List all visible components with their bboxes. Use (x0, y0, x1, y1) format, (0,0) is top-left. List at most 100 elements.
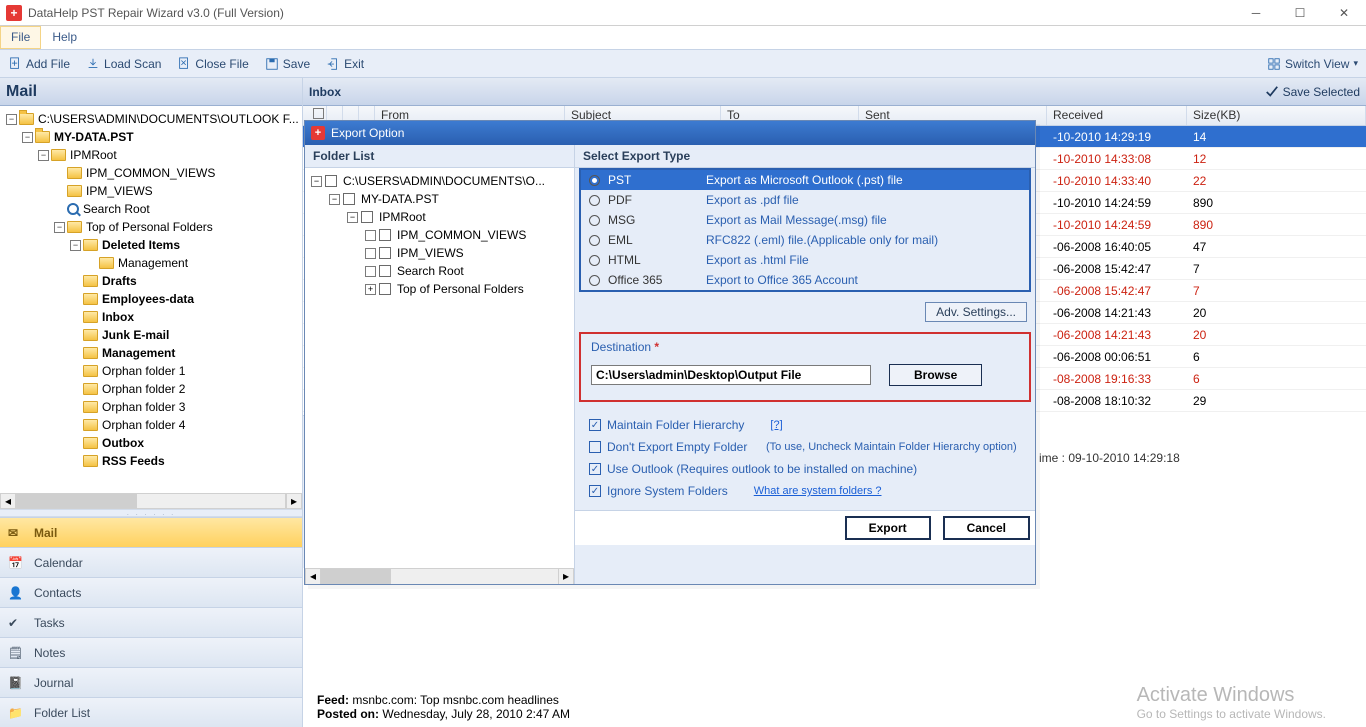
select-export-type-header: Select Export Type (575, 145, 1035, 168)
window-title: DataHelp PST Repair Wizard v3.0 (Full Ve… (28, 6, 284, 20)
tree-employees[interactable]: Employees-data (100, 290, 194, 308)
expand-toggle[interactable]: − (22, 132, 33, 143)
close-file-label: Close File (195, 57, 248, 71)
switch-view-button[interactable]: Switch View ▾ (1259, 50, 1366, 78)
export-tree-search[interactable]: Search Root (397, 262, 464, 280)
col-size[interactable]: Size(KB) (1187, 106, 1366, 125)
export-tree-root[interactable]: C:\USERS\ADMIN\DOCUMENTS\O... (343, 172, 545, 190)
tree-deleted[interactable]: Deleted Items (100, 236, 180, 254)
close-button[interactable]: ✕ (1322, 0, 1366, 26)
expand-toggle[interactable]: − (54, 222, 65, 233)
tree-outbox[interactable]: Outbox (100, 434, 144, 452)
opt-hierarchy[interactable]: ✓Maintain Folder Hierarchy[?] (589, 418, 1021, 432)
tree-orphan2[interactable]: Orphan folder 2 (100, 380, 185, 398)
export-tree-pst[interactable]: MY-DATA.PST (361, 190, 439, 208)
nav-journal[interactable]: 📓Journal (0, 667, 302, 697)
export-format-msg[interactable]: MSG Export as Mail Message(.msg) file (581, 210, 1029, 230)
tree-top[interactable]: Top of Personal Folders (84, 218, 213, 236)
export-tree-views[interactable]: IPM_VIEWS (397, 244, 464, 262)
expand-toggle[interactable]: − (38, 150, 49, 161)
export-tree-top[interactable]: Top of Personal Folders (397, 280, 524, 298)
format-name: Office 365 (608, 273, 698, 287)
destination-input[interactable] (591, 365, 871, 385)
export-format-office-365[interactable]: Office 365 Export to Office 365 Account (581, 270, 1029, 290)
tree-pst[interactable]: MY-DATA.PST (52, 128, 134, 146)
nav-tasks[interactable]: ✔Tasks (0, 607, 302, 637)
opt-system[interactable]: ✓Ignore System FoldersWhat are system fo… (589, 484, 1021, 498)
tree-search-root[interactable]: Search Root (81, 200, 150, 218)
export-format-eml[interactable]: EML RFC822 (.eml) file.(Applicable only … (581, 230, 1029, 250)
plus-file-icon (8, 57, 22, 71)
cell-received: -10-2010 14:24:59 (1047, 218, 1187, 232)
posted-value: Wednesday, July 28, 2010 2:47 AM (382, 707, 570, 721)
opt-empty[interactable]: Don't Export Empty Folder (To use, Unche… (589, 440, 1021, 454)
tree-orphan3[interactable]: Orphan folder 3 (100, 398, 185, 416)
horizontal-scrollbar[interactable]: ◂▸ (0, 493, 302, 509)
tree-root[interactable]: C:\USERS\ADMIN\DOCUMENTS\OUTLOOK F... (36, 110, 299, 128)
export-folder-tree[interactable]: −C:\USERS\ADMIN\DOCUMENTS\O... −MY-DATA.… (305, 168, 574, 568)
export-format-pst[interactable]: PST Export as Microsoft Outlook (.pst) f… (581, 170, 1029, 190)
close-file-button[interactable]: Close File (169, 50, 256, 78)
load-scan-button[interactable]: Load Scan (78, 50, 169, 78)
format-name: PDF (608, 193, 698, 207)
dialog-title: Export Option (331, 126, 404, 140)
menu-help[interactable]: Help (41, 26, 88, 49)
system-folders-link[interactable]: What are system folders ? (754, 485, 882, 497)
help-link[interactable]: [?] (770, 419, 782, 431)
cell-size: 6 (1187, 372, 1366, 386)
tree-rss[interactable]: RSS Feeds (100, 452, 165, 470)
export-tree-ipmroot[interactable]: IPMRoot (379, 208, 426, 226)
dialog-tree-scrollbar[interactable]: ◂▸ (305, 568, 574, 584)
col-received[interactable]: Received (1047, 106, 1187, 125)
tree-orphan1[interactable]: Orphan folder 1 (100, 362, 185, 380)
folder-icon (67, 167, 82, 179)
exit-button[interactable]: Exit (318, 50, 372, 78)
nav-folder-list[interactable]: 📁Folder List (0, 697, 302, 727)
folder-icon (83, 365, 98, 377)
tree-views[interactable]: IPM_VIEWS (84, 182, 153, 200)
maximize-button[interactable]: ☐ (1278, 0, 1322, 26)
cell-received: -10-2010 14:24:59 (1047, 196, 1187, 210)
adv-settings-button[interactable]: Adv. Settings... (925, 302, 1027, 322)
pane-resize-grip[interactable]: · · · · · · (0, 509, 302, 517)
chevron-down-icon: ▾ (1353, 58, 1358, 69)
cell-received: -06-2008 15:42:47 (1047, 284, 1187, 298)
tree-ipmroot[interactable]: IPMRoot (68, 146, 117, 164)
tree-management-sub[interactable]: Management (116, 254, 188, 272)
menu-file[interactable]: File (0, 26, 41, 49)
opt-outlook[interactable]: ✓Use Outlook (Requires outlook to be ins… (589, 462, 1021, 476)
cell-received: -10-2010 14:33:40 (1047, 174, 1187, 188)
dialog-titlebar[interactable]: + Export Option (305, 121, 1035, 145)
app-icon: + (6, 5, 22, 21)
add-file-button[interactable]: Add File (0, 50, 78, 78)
nav-notes[interactable]: 🗒Notes (0, 637, 302, 667)
tree-drafts[interactable]: Drafts (100, 272, 137, 290)
export-tree-cv[interactable]: IPM_COMMON_VIEWS (397, 226, 526, 244)
browse-button[interactable]: Browse (889, 364, 982, 386)
tree-orphan4[interactable]: Orphan folder 4 (100, 416, 185, 434)
tree-management[interactable]: Management (100, 344, 175, 362)
nav-mail[interactable]: ✉Mail (0, 517, 302, 547)
mail-icon: ✉ (8, 526, 26, 540)
nav-calendar[interactable]: 📅Calendar (0, 547, 302, 577)
save-label: Save (283, 57, 310, 71)
export-format-html[interactable]: HTML Export as .html File (581, 250, 1029, 270)
folder-icon (83, 293, 98, 305)
save-button[interactable]: Save (257, 50, 318, 78)
expand-toggle[interactable]: − (70, 240, 81, 251)
save-selected-button[interactable]: Save Selected (1265, 85, 1360, 99)
nav-contacts[interactable]: 👤Contacts (0, 577, 302, 607)
export-format-pdf[interactable]: PDF Export as .pdf file (581, 190, 1029, 210)
cell-received: -06-2008 16:40:05 (1047, 240, 1187, 254)
cell-size: 7 (1187, 262, 1366, 276)
export-button[interactable]: Export (845, 516, 931, 540)
journal-icon: 📓 (8, 676, 26, 690)
tree-inbox[interactable]: Inbox (100, 308, 134, 326)
folder-tree[interactable]: −C:\USERS\ADMIN\DOCUMENTS\OUTLOOK F... −… (0, 106, 302, 509)
minimize-button[interactable]: ─ (1234, 0, 1278, 26)
cancel-button[interactable]: Cancel (943, 516, 1030, 540)
tree-junk[interactable]: Junk E-mail (100, 326, 169, 344)
radio-icon (589, 195, 600, 206)
tree-common-views[interactable]: IPM_COMMON_VIEWS (84, 164, 215, 182)
expand-toggle[interactable]: − (6, 114, 17, 125)
